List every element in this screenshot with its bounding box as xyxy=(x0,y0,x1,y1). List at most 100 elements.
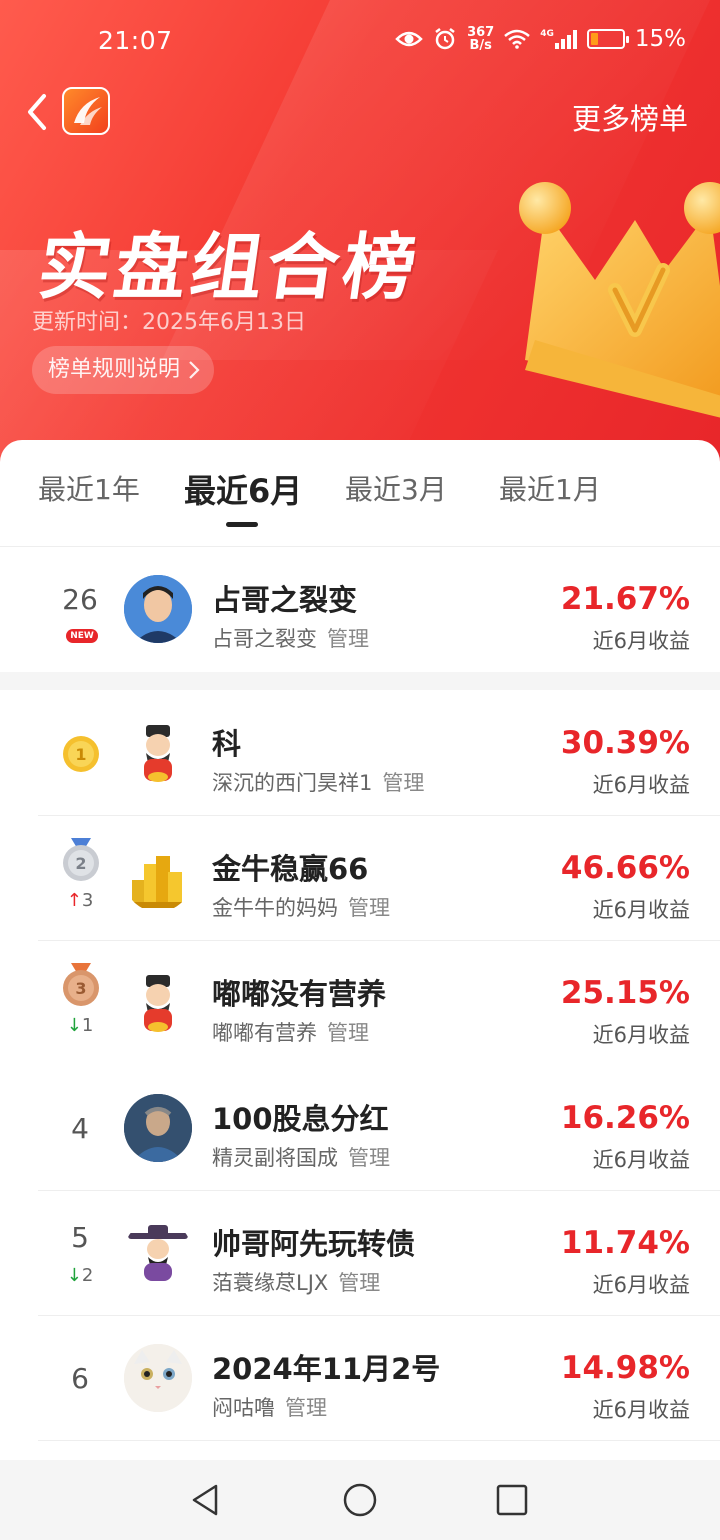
portfolio-name: 帅哥阿先玩转债 xyxy=(212,1227,416,1261)
portfolio-name: 100股息分红 xyxy=(212,1102,389,1136)
return-percent: 46.66% xyxy=(560,850,690,886)
ranking-row[interactable]: 4 100股息分红 精灵副将国成 管理 16.26% 近6月收益 xyxy=(0,1066,720,1191)
return-label: 近6月收益 xyxy=(592,1273,690,1297)
fortune-god-avatar xyxy=(124,969,192,1037)
return-percent: 21.67% xyxy=(560,581,690,617)
manage-label: 管理 xyxy=(348,896,390,920)
chevron-right-icon xyxy=(189,361,200,379)
ranking-card: 最近1年 最近6月 最近3月 最近1月 26 NEW 占哥之裂变 占哥之裂变 管理… xyxy=(0,440,720,1460)
portfolio-owner: 金牛牛的妈妈 管理 xyxy=(212,892,390,922)
portfolio-owner: 深沉的西门昊祥1 管理 xyxy=(212,767,424,797)
ranking-row[interactable]: 6 2024年11月2号 闷咕噜 管理 14.98% 近6月收益 xyxy=(0,1316,720,1441)
owner-name: 闷咕噜 xyxy=(212,1396,275,1420)
owner-name: 占哥之裂变 xyxy=(212,627,317,651)
manage-label: 管理 xyxy=(338,1271,381,1295)
back-icon[interactable] xyxy=(22,92,52,132)
arrow-down-icon: ↓ xyxy=(66,1265,82,1286)
return-percent: 25.15% xyxy=(560,975,690,1011)
rank-number: 4 xyxy=(71,1112,89,1145)
alarm-icon xyxy=(435,28,455,50)
tab-3-months[interactable]: 最近3月 xyxy=(345,468,447,508)
portfolio-owner: 闷咕噜 管理 xyxy=(212,1392,327,1422)
portfolio-name: 金牛稳赢66 xyxy=(212,852,369,886)
owner-name: 金牛牛的妈妈 xyxy=(212,896,338,920)
ranking-row[interactable]: 5 ↓2 帅哥阿先玩转债 萡蓑缘荩LJX 管理 11.74% 近6月收益 xyxy=(0,1191,720,1316)
app-logo xyxy=(62,87,110,135)
ranking-row[interactable]: 1 科 深沉的西门昊祥1 管理 30.39% 近6月收益 xyxy=(0,691,720,816)
return-label: 近6月收益 xyxy=(592,1398,690,1422)
tab-1-month[interactable]: 最近1月 xyxy=(499,468,601,508)
return-label: 近6月收益 xyxy=(592,1023,690,1047)
medal-rank: 3 xyxy=(75,979,86,998)
rules-button-label: 榜单规则说明 xyxy=(48,357,181,382)
owner-name: 萡蓑缘荩LJX xyxy=(212,1271,329,1295)
battery-icon xyxy=(586,29,629,49)
ranking-row[interactable]: 3 ↓1 嘟嘟没有营养 嘟嘟有营养 管理 25.15% 近6月收益 xyxy=(0,941,720,1066)
rank-number: 26 xyxy=(62,583,98,616)
portfolio-owner: 嘟嘟有营养 管理 xyxy=(212,1017,369,1047)
battery-percent: 15% xyxy=(634,26,686,52)
manage-label: 管理 xyxy=(348,1146,390,1170)
wifi-icon xyxy=(504,29,531,49)
portfolio-name: 占哥之裂变 xyxy=(212,583,358,617)
medal-rank: 1 xyxy=(75,745,86,764)
man-photo-avatar xyxy=(124,1094,192,1162)
tab-1-year[interactable]: 最近1年 xyxy=(38,468,140,508)
period-tabs: 最近1年 最近6月 最近3月 最近1月 xyxy=(0,440,720,546)
portfolio-owner: 萡蓑缘荩LJX 管理 xyxy=(212,1267,380,1297)
nav-back-icon[interactable] xyxy=(188,1482,224,1518)
gold-medal-icon: 1 xyxy=(63,736,99,772)
ranking-row[interactable]: 2 ↑3 金牛稳赢66 金牛牛的妈妈 管理 46.66% 近6月收益 xyxy=(0,816,720,941)
portfolio-name: 科 xyxy=(212,727,242,761)
signal-icon xyxy=(554,29,577,49)
return-percent: 11.74% xyxy=(560,1225,690,1261)
return-percent: 16.26% xyxy=(560,1100,690,1136)
owner-name: 精灵副将国成 xyxy=(212,1146,338,1170)
owner-name: 深沉的西门昊祥1 xyxy=(212,771,373,795)
section-gap xyxy=(0,672,720,690)
return-percent: 14.98% xyxy=(560,1350,690,1386)
page-title: 实盘组合榜 xyxy=(33,225,426,309)
my-portfolio-row[interactable]: 26 NEW 占哥之裂变 占哥之裂变 管理 21.67% 近6月收益 xyxy=(0,547,720,672)
manage-label: 管理 xyxy=(382,771,425,795)
new-badge: NEW xyxy=(66,629,98,643)
active-tab-indicator xyxy=(226,522,258,527)
portfolio-owner: 占哥之裂变 管理 xyxy=(212,623,369,653)
portfolio-name: 2024年11月2号 xyxy=(212,1352,441,1386)
rank-number: 5 xyxy=(71,1221,89,1254)
portfolio-owner: 精灵副将国成 管理 xyxy=(212,1142,390,1172)
bronze-medal-icon: 3 xyxy=(63,963,99,1006)
update-time: 更新时间：2025年6月13日 xyxy=(32,310,306,335)
rules-button[interactable]: 榜单规则说明 xyxy=(32,346,215,394)
gold-bars-avatar xyxy=(124,844,192,912)
rank-change: ↓1 xyxy=(60,1015,100,1036)
return-percent: 30.39% xyxy=(560,725,690,761)
status-icons: 367 B/s 4G 15% xyxy=(395,26,686,52)
return-label: 近6月收益 xyxy=(592,629,690,653)
fortune-god-avatar xyxy=(124,719,192,787)
more-lists-link[interactable]: 更多榜单 xyxy=(572,96,688,138)
manage-label: 管理 xyxy=(327,1021,369,1045)
rank-change: ↑3 xyxy=(60,890,100,911)
net-speed: 367 B/s xyxy=(467,26,494,52)
crown-illustration xyxy=(519,182,720,418)
rank-number: 6 xyxy=(71,1362,89,1395)
medal-rank: 2 xyxy=(75,854,86,873)
rank-change: ↓2 xyxy=(60,1265,100,1286)
status-bar: 21:07 367 B/s 4G 15% xyxy=(0,22,720,62)
official-avatar xyxy=(124,1219,192,1287)
rank-change-value: 3 xyxy=(81,890,94,911)
manage-label: 管理 xyxy=(285,1396,327,1420)
net-speed-unit: B/s xyxy=(469,38,492,53)
status-time: 21:07 xyxy=(98,26,173,55)
nav-recents-icon[interactable] xyxy=(494,1482,530,1518)
return-label: 近6月收益 xyxy=(592,1148,690,1172)
nav-home-icon[interactable] xyxy=(342,1482,378,1518)
tab-6-months[interactable]: 最近6月 xyxy=(184,466,302,512)
eye-icon xyxy=(395,31,423,47)
system-nav-bar xyxy=(0,1460,720,1540)
rank-change-value: 2 xyxy=(81,1265,94,1286)
network-type: 4G xyxy=(540,29,554,39)
row-divider xyxy=(38,1440,720,1441)
portfolio-name: 嘟嘟没有营养 xyxy=(212,977,387,1011)
